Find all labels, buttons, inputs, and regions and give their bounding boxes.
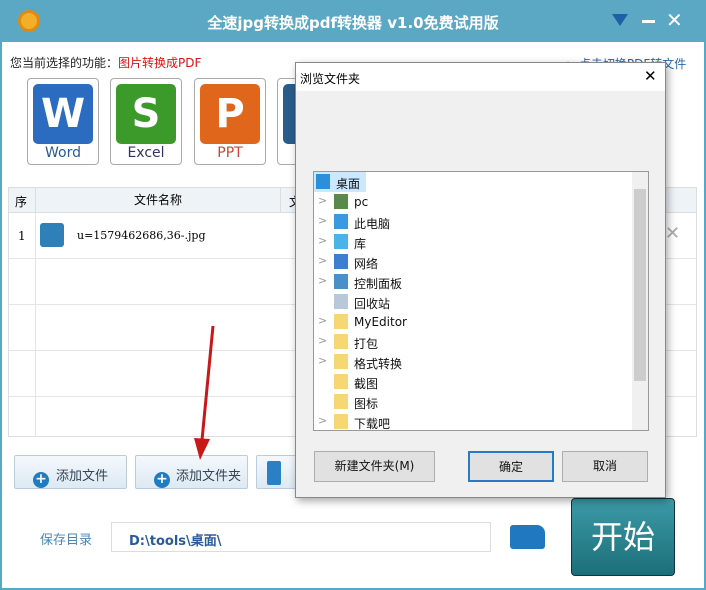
folder-icon bbox=[334, 394, 348, 409]
folder-icon bbox=[334, 334, 348, 349]
folder-icon bbox=[334, 414, 348, 429]
tree-item[interactable]: 桌面 bbox=[314, 172, 366, 192]
tree-item[interactable]: > 打包 bbox=[314, 332, 632, 352]
tree-item[interactable]: > 下载吧 bbox=[314, 412, 632, 432]
tree-item[interactable]: > 控制面板 bbox=[314, 272, 632, 292]
folder-icon bbox=[334, 314, 348, 329]
tree-item[interactable]: > 网络 bbox=[314, 252, 632, 272]
expand-chevron-icon[interactable]: > bbox=[318, 194, 327, 207]
tree-item[interactable]: > 格式转换 bbox=[314, 352, 632, 372]
expand-chevron-icon[interactable]: > bbox=[318, 274, 327, 287]
tree-item-label: 桌面 bbox=[336, 177, 361, 191]
tree-item-label: pc bbox=[354, 195, 369, 209]
tree-item-label: 库 bbox=[354, 237, 367, 251]
folder-tree: 桌面 > pc > 此电脑 > 库 > 网络 > 控制面板 回收站 > MyEditor > 打包 > 格式转换截… bbox=[313, 171, 649, 431]
dialog-close-button[interactable]: ✕ bbox=[644, 67, 657, 85]
tree-item[interactable]: > 此电脑 bbox=[314, 212, 632, 232]
tree-item-label: 此电脑 bbox=[354, 217, 391, 231]
desktop-icon bbox=[316, 174, 330, 189]
tree-item[interactable]: 图标 bbox=[314, 392, 632, 412]
user-icon bbox=[334, 194, 348, 209]
tree-item-label: 截图 bbox=[354, 377, 379, 391]
computer-icon bbox=[334, 214, 348, 229]
tree-item-label: MyEditor bbox=[354, 315, 407, 329]
expand-chevron-icon[interactable]: > bbox=[318, 414, 327, 427]
library-icon bbox=[334, 234, 348, 249]
control-panel-icon bbox=[334, 274, 348, 289]
expand-chevron-icon[interactable]: > bbox=[318, 214, 327, 227]
ok-button[interactable]: 确定 bbox=[468, 451, 554, 482]
expand-chevron-icon[interactable]: > bbox=[318, 354, 327, 367]
dialog-titlebar: 浏览文件夹 ✕ bbox=[296, 63, 665, 91]
expand-chevron-icon[interactable]: > bbox=[318, 254, 327, 267]
network-icon bbox=[334, 254, 348, 269]
dialog-title: 浏览文件夹 bbox=[300, 72, 361, 86]
scrollbar-thumb[interactable] bbox=[634, 189, 646, 381]
tree-item-label: 回收站 bbox=[354, 297, 391, 311]
tree-item-label: 图标 bbox=[354, 397, 379, 411]
new-folder-button[interactable]: 新建文件夹(M) bbox=[314, 451, 435, 482]
tree-item[interactable]: 截图 bbox=[314, 372, 632, 392]
folder-icon bbox=[334, 374, 348, 389]
tree-item-label: 下载吧 bbox=[354, 417, 391, 431]
expand-chevron-icon[interactable]: > bbox=[318, 334, 327, 347]
cancel-button[interactable]: 取消 bbox=[562, 451, 648, 482]
tree-item[interactable]: 回收站 bbox=[314, 292, 632, 312]
tree-item-label: 控制面板 bbox=[354, 277, 403, 291]
expand-chevron-icon[interactable]: > bbox=[318, 314, 327, 327]
tree-item[interactable]: > 库 bbox=[314, 232, 632, 252]
tree-item-label: 格式转换 bbox=[354, 357, 403, 371]
expand-chevron-icon[interactable]: > bbox=[318, 234, 327, 247]
tree-item[interactable]: > MyEditor bbox=[314, 312, 632, 332]
recycle-bin-icon bbox=[334, 294, 348, 309]
folder-icon bbox=[334, 354, 348, 369]
tree-item-label: 打包 bbox=[354, 337, 379, 351]
tree-item-label: 网络 bbox=[354, 257, 379, 271]
tree-scrollbar[interactable] bbox=[632, 172, 648, 430]
tree-item[interactable]: > pc bbox=[314, 192, 632, 212]
browse-folder-dialog: 浏览文件夹 ✕ 桌面 > pc > 此电脑 > 库 > 网络 > 控制面板 回收站 > MyEditor >… bbox=[295, 62, 666, 498]
